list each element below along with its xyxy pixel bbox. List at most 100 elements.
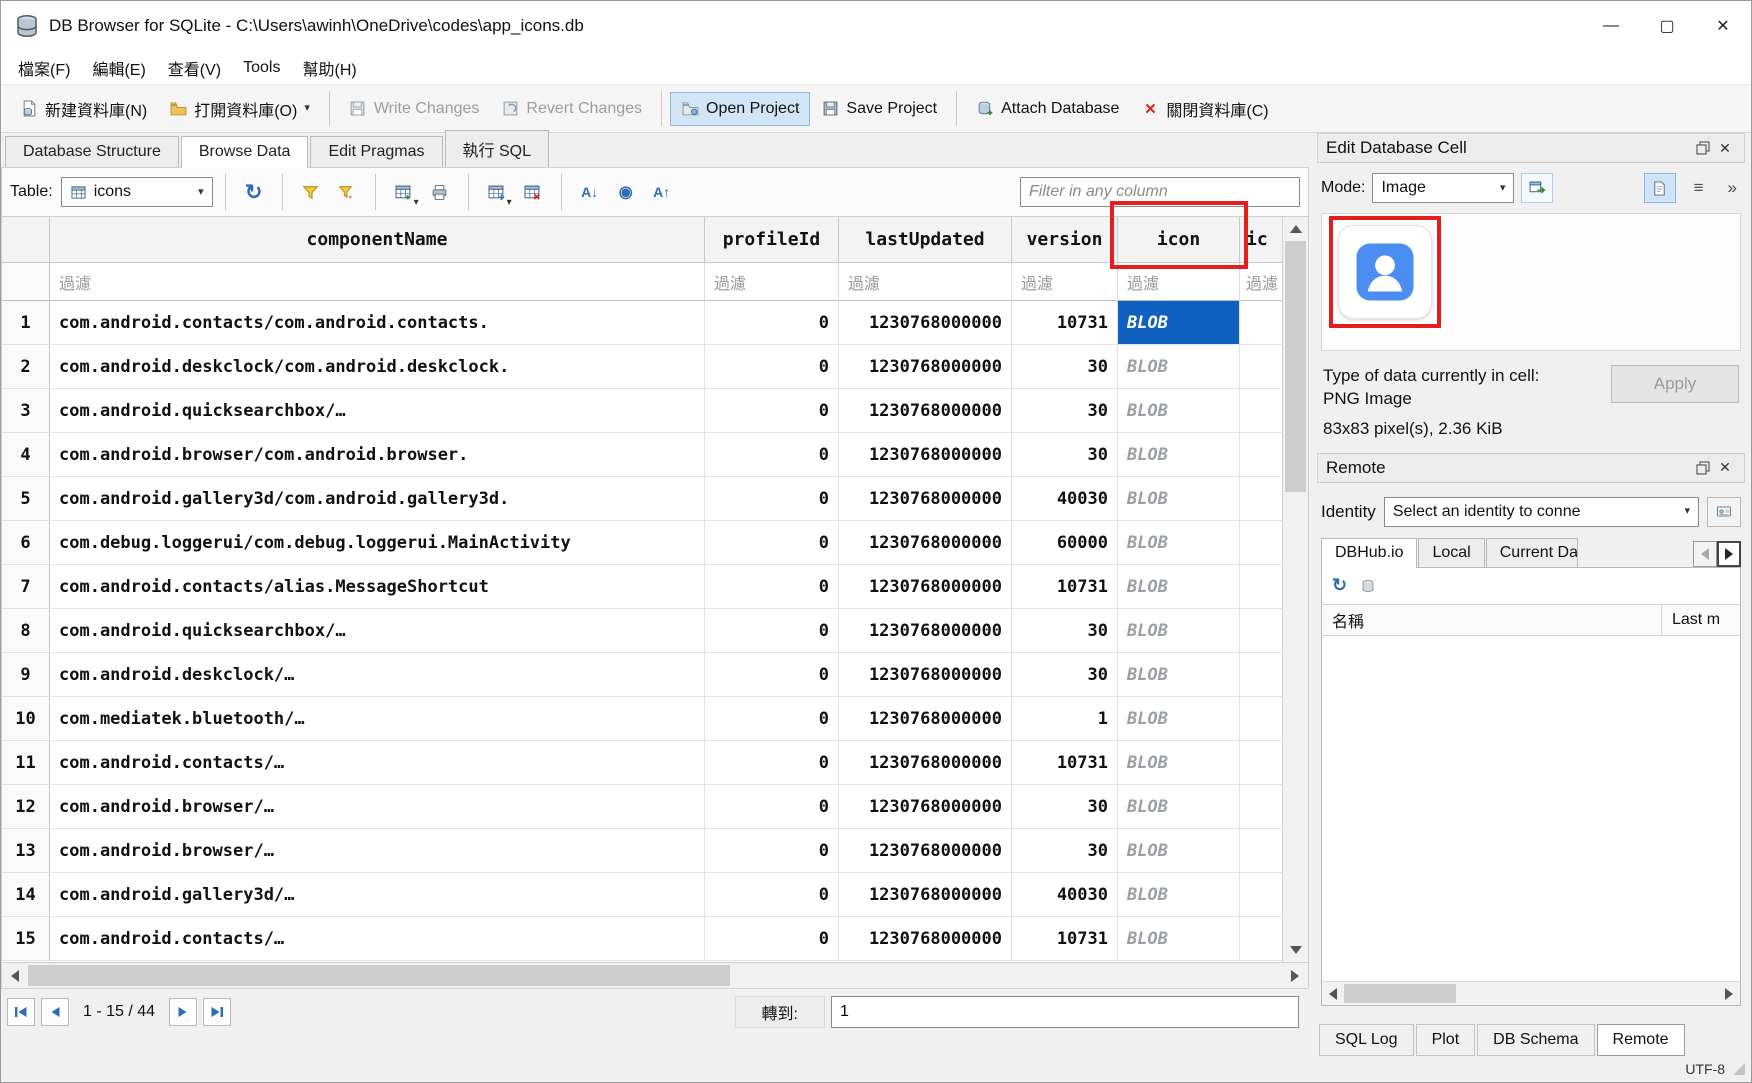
cell-componentName[interactable]: com.android.gallery3d/…: [50, 873, 705, 917]
cell-partial[interactable]: [1240, 741, 1282, 785]
table-row[interactable]: 9com.android.deskclock/…0123076800000030…: [2, 653, 1282, 697]
mode-select[interactable]: Image ▾: [1372, 173, 1514, 203]
float-panel-icon[interactable]: [1692, 461, 1714, 475]
revert-changes-button[interactable]: Revert Changes: [490, 92, 653, 126]
cell-componentName[interactable]: com.android.deskclock/…: [50, 653, 705, 697]
row-number[interactable]: 5: [2, 477, 50, 521]
row-number[interactable]: 6: [2, 521, 50, 565]
resize-grip[interactable]: [1733, 1063, 1745, 1075]
cell-profileId[interactable]: 0: [705, 389, 839, 433]
scroll-left-arrow[interactable]: [1322, 982, 1344, 1005]
refresh-button[interactable]: ↻: [238, 176, 270, 208]
cell-partial[interactable]: [1240, 389, 1282, 433]
table-row[interactable]: 7com.android.contacts/alias.MessageShort…: [2, 565, 1282, 609]
remote-horizontal-scrollbar[interactable]: [1322, 981, 1740, 1005]
cell-componentName[interactable]: com.android.quicksearchbox/…: [50, 609, 705, 653]
cell-icon-blob[interactable]: BLOB: [1118, 345, 1240, 389]
cell-lastUpdated[interactable]: 1230768000000: [839, 565, 1012, 609]
cell-componentName[interactable]: com.android.deskclock/com.android.deskcl…: [50, 345, 705, 389]
remote-file-list[interactable]: [1322, 636, 1740, 981]
cell-icon-blob[interactable]: BLOB: [1118, 917, 1240, 961]
row-number[interactable]: 13: [2, 829, 50, 873]
tab-edit-pragmas[interactable]: Edit Pragmas: [310, 136, 442, 167]
close-panel-icon[interactable]: ✕: [1714, 459, 1736, 476]
filter-lastUpdated[interactable]: 過濾: [839, 263, 1012, 301]
cell-lastUpdated[interactable]: 1230768000000: [839, 829, 1012, 873]
cell-partial[interactable]: [1240, 565, 1282, 609]
cell-icon-blob[interactable]: BLOB: [1118, 433, 1240, 477]
cell-partial[interactable]: [1240, 609, 1282, 653]
cell-lastUpdated[interactable]: 1230768000000: [839, 345, 1012, 389]
identity-select[interactable]: Select an identity to conne ▾: [1384, 497, 1699, 527]
cell-version[interactable]: 30: [1012, 653, 1118, 697]
filter-partial[interactable]: 過濾: [1240, 263, 1282, 301]
row-number[interactable]: 11: [2, 741, 50, 785]
cell-lastUpdated[interactable]: 1230768000000: [839, 301, 1012, 345]
cell-partial[interactable]: [1240, 785, 1282, 829]
row-number[interactable]: 7: [2, 565, 50, 609]
cell-componentName[interactable]: com.android.gallery3d/com.android.galler…: [50, 477, 705, 521]
cell-version[interactable]: 30: [1012, 609, 1118, 653]
write-changes-button[interactable]: Write Changes: [338, 92, 491, 126]
cell-partial[interactable]: [1240, 477, 1282, 521]
horizontal-scrollbar-thumb[interactable]: [28, 965, 730, 986]
previous-record-button[interactable]: [41, 998, 69, 1026]
import-data-button[interactable]: [1521, 173, 1553, 203]
cell-version[interactable]: 30: [1012, 785, 1118, 829]
menu-file[interactable]: 檔案(F): [7, 51, 81, 85]
attach-database-button[interactable]: Attach Database: [965, 92, 1130, 126]
row-number[interactable]: 3: [2, 389, 50, 433]
column-header-profileId[interactable]: profileId: [705, 217, 839, 263]
remote-column-last-modified[interactable]: Last m: [1662, 605, 1740, 635]
goto-record-input[interactable]: [831, 996, 1299, 1028]
menu-help[interactable]: 幫助(H): [291, 51, 367, 85]
cell-partial[interactable]: [1240, 697, 1282, 741]
row-number[interactable]: 2: [2, 345, 50, 389]
cell-icon-blob[interactable]: BLOB: [1118, 609, 1240, 653]
open-database-button[interactable]: 打開資料庫(O) ▾: [158, 89, 321, 129]
cell-profileId[interactable]: 0: [705, 785, 839, 829]
cell-profileId[interactable]: 0: [705, 433, 839, 477]
cell-partial[interactable]: [1240, 301, 1282, 345]
menu-tools[interactable]: Tools: [232, 54, 291, 82]
encoding-indicator[interactable]: UTF-8: [1685, 1061, 1725, 1077]
table-row[interactable]: 1com.android.contacts/com.android.contac…: [2, 301, 1282, 345]
table-row[interactable]: 12com.android.browser/…0123076800000030B…: [2, 785, 1282, 829]
save-project-button[interactable]: Save Project: [810, 92, 948, 126]
cell-icon-blob[interactable]: BLOB: [1118, 785, 1240, 829]
cell-componentName[interactable]: com.android.browser/…: [50, 785, 705, 829]
cell-version[interactable]: 30: [1012, 345, 1118, 389]
cell-version[interactable]: 30: [1012, 433, 1118, 477]
cell-profileId[interactable]: 0: [705, 609, 839, 653]
tab-remote[interactable]: Remote: [1597, 1024, 1685, 1056]
row-number[interactable]: 14: [2, 873, 50, 917]
cell-lastUpdated[interactable]: 1230768000000: [839, 653, 1012, 697]
vertical-scrollbar[interactable]: [1282, 217, 1308, 962]
remote-scrollbar-thumb[interactable]: [1344, 984, 1456, 1003]
menu-view[interactable]: 查看(V): [157, 51, 232, 85]
cell-lastUpdated[interactable]: 1230768000000: [839, 477, 1012, 521]
scroll-down-arrow[interactable]: [1283, 938, 1308, 962]
scroll-right-arrow[interactable]: [1718, 982, 1740, 1005]
tab-scroll-left-button[interactable]: [1693, 541, 1717, 567]
clone-database-icon[interactable]: [1359, 577, 1377, 595]
cell-profileId[interactable]: 0: [705, 477, 839, 521]
column-header-icon[interactable]: icon: [1118, 217, 1240, 263]
cell-version[interactable]: 30: [1012, 829, 1118, 873]
cell-partial[interactable]: [1240, 433, 1282, 477]
new-database-button[interactable]: 新建資料庫(N): [9, 89, 158, 129]
cell-icon-blob[interactable]: BLOB: [1118, 653, 1240, 697]
cell-componentName[interactable]: com.android.contacts/…: [50, 741, 705, 785]
cell-icon-blob[interactable]: BLOB: [1118, 829, 1240, 873]
cell-componentName[interactable]: com.android.browser/com.android.browser.: [50, 433, 705, 477]
close-button[interactable]: ✕: [1695, 1, 1751, 51]
cell-icon-blob[interactable]: BLOB: [1118, 565, 1240, 609]
column-header-partial[interactable]: ic: [1240, 217, 1282, 263]
cell-partial[interactable]: [1240, 345, 1282, 389]
filter-profileId[interactable]: 過濾: [705, 263, 839, 301]
clear-filters-button[interactable]: [295, 176, 327, 208]
cell-profileId[interactable]: 0: [705, 741, 839, 785]
cell-partial[interactable]: [1240, 917, 1282, 961]
row-number[interactable]: 15: [2, 917, 50, 961]
cell-version[interactable]: 40030: [1012, 477, 1118, 521]
